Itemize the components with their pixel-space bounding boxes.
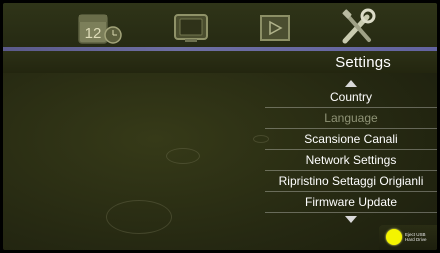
menu-item-country[interactable]: Country	[265, 87, 437, 108]
menu-item-factory-reset[interactable]: Ripristino Settaggi Origianli	[265, 171, 437, 192]
menu-item-scansione-canali[interactable]: Scansione Canali	[265, 129, 437, 150]
background-ring	[106, 200, 172, 234]
yellow-button-icon	[386, 229, 402, 245]
scroll-down-arrow-icon[interactable]	[345, 216, 357, 223]
settings-menu: Country Language Scansione Canali Networ…	[263, 78, 437, 223]
media-player-icon[interactable]	[259, 11, 293, 45]
tv-icon[interactable]	[173, 11, 211, 45]
eject-usb-button[interactable]: Eject USB Hard Drive	[379, 225, 437, 250]
section-title: Settings	[335, 54, 391, 71]
top-tab-bar: 12	[3, 3, 437, 49]
menu-item-firmware-update[interactable]: Firmware Update	[265, 192, 437, 213]
calendar-clock-icon[interactable]: 12	[73, 11, 125, 47]
eject-label-line2: Hard Drive	[405, 237, 427, 242]
menu-item-network-settings[interactable]: Network Settings	[265, 150, 437, 171]
menu-item-language[interactable]: Language	[265, 108, 437, 129]
tools-icon[interactable]	[337, 7, 377, 47]
screen: 12 Settings Country Language Scansione C…	[3, 3, 437, 250]
background-ring	[166, 148, 200, 164]
eject-label: Eject USB Hard Drive	[405, 232, 437, 242]
svg-text:12: 12	[85, 25, 102, 42]
scroll-up-arrow-icon[interactable]	[345, 80, 357, 87]
